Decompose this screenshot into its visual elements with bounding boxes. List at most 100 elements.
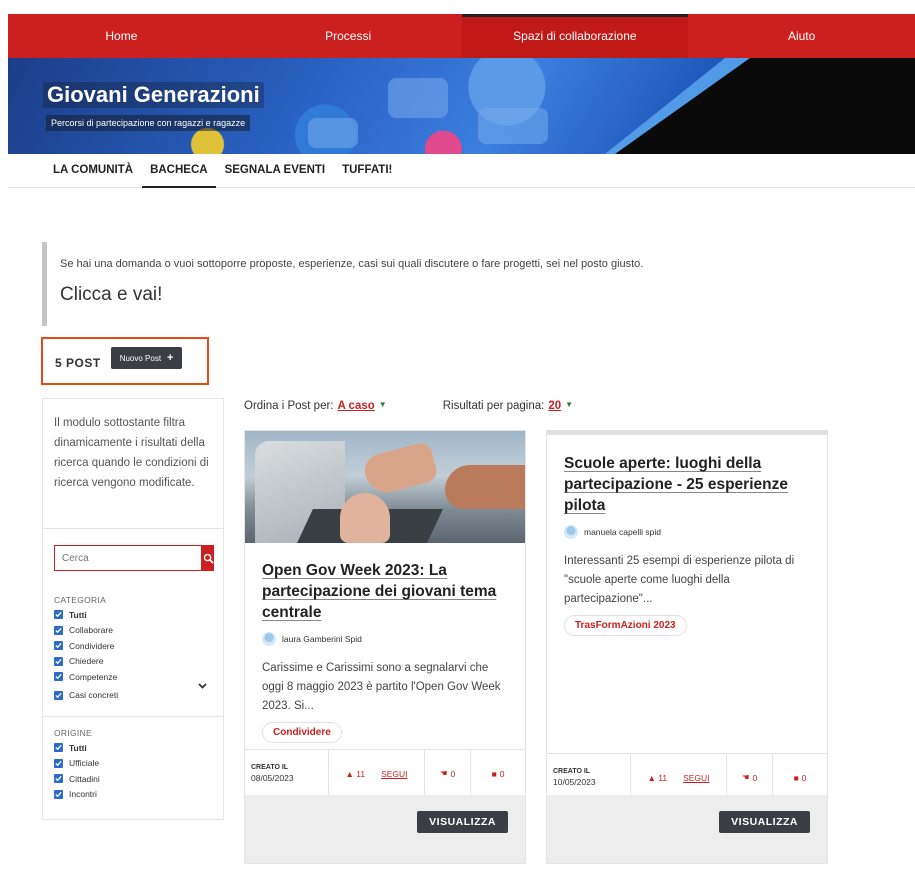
tab-label: BACHECA — [150, 164, 208, 176]
followers-number: 11 — [356, 768, 366, 779]
post-author[interactable]: laura Gamberini Spid — [262, 632, 508, 646]
likes-button[interactable]: ☚ 0 — [425, 750, 471, 797]
top-navigation: Home Processi Spazi di collaborazione Ai… — [8, 14, 915, 58]
category-filter-group: CATEGORIA Tutti Collaborare Condividere … — [54, 595, 214, 703]
origin-option-tutti[interactable]: Tutti — [54, 740, 214, 756]
search-button[interactable] — [202, 545, 214, 571]
puzzle-piece-decoration — [388, 78, 448, 118]
comment-icon: ■ — [793, 772, 799, 783]
nav-processi-label: Processi — [325, 29, 372, 43]
followers-number: 11 — [658, 772, 668, 783]
post-title-link[interactable]: Open Gov Week 2023: La partecipazione de… — [262, 560, 508, 623]
tab-label: LA COMUNITÀ — [53, 164, 134, 176]
caret-down-icon[interactable]: ▼ — [565, 400, 573, 412]
followers-count: ▲ 11 — [647, 773, 667, 783]
sort-order-select[interactable]: A caso — [337, 400, 374, 412]
puzzle-piece-decoration — [478, 108, 548, 144]
hand-shape — [361, 440, 439, 498]
card-footer: VISUALIZZA — [245, 795, 525, 863]
post-card: Open Gov Week 2023: La partecipazione de… — [244, 430, 526, 864]
option-label: Competenze — [69, 671, 118, 682]
likes-button[interactable]: ☚ 0 — [727, 754, 773, 801]
option-label: Incontri — [69, 789, 97, 800]
category-tag[interactable]: Condividere — [262, 722, 342, 743]
checkbox-checked-icon[interactable] — [54, 690, 63, 700]
origin-option-ufficiale[interactable]: Ufficiale — [54, 756, 214, 772]
per-page-label: Risultati per pagina: — [442, 400, 545, 412]
origin-option-cittadini[interactable]: Cittadini — [54, 771, 214, 787]
post-count-highlight: 5 POST Nuovo Post + — [41, 337, 209, 385]
category-option-casi-concreti[interactable]: Casi concreti — [54, 688, 214, 704]
view-post-button[interactable]: VISUALIZZA — [417, 811, 508, 833]
chevron-down-icon[interactable] — [198, 676, 207, 694]
checkbox-checked-icon[interactable] — [54, 758, 63, 768]
sort-order-label: Ordina i Post per: — [244, 400, 334, 412]
follow-cell: ▲ 11 SEGUI — [631, 754, 727, 801]
created-date-cell: CREATO IL 08/05/2023 — [245, 750, 329, 797]
intro-lead-text: Se hai una domanda o vuoi sottoporre pro… — [60, 258, 644, 270]
follower-arrow-icon: ▲ — [647, 772, 656, 783]
tab-segnala-eventi[interactable]: SEGNALA EVENTI — [225, 154, 326, 188]
category-option-collaborare[interactable]: Collaborare — [54, 623, 214, 639]
view-post-button[interactable]: VISUALIZZA — [719, 811, 810, 833]
tab-label: SEGNALA EVENTI — [224, 164, 326, 176]
tab-bacheca[interactable]: BACHECA — [142, 154, 215, 188]
checkbox-checked-icon[interactable] — [54, 672, 63, 682]
plus-icon: + — [167, 352, 174, 364]
option-label: Condividere — [69, 640, 115, 651]
checkbox-checked-icon[interactable] — [54, 610, 63, 620]
thumbs-up-icon: ☚ — [439, 768, 448, 778]
category-option-condividere[interactable]: Condividere — [54, 638, 214, 654]
post-meta-bar: CREATO IL 08/05/2023 ▲ 11 SEGUI ☚ 0 ■ 0 — [245, 749, 525, 797]
post-cover-image[interactable] — [245, 431, 525, 543]
community-tabs: LA COMUNITÀ BACHECA SEGNALA EVENTI TUFFA… — [8, 154, 915, 188]
checkbox-checked-icon[interactable] — [54, 789, 63, 799]
nav-spazi-label: Spazi di collaborazione — [513, 29, 637, 43]
checkbox-checked-icon[interactable] — [54, 743, 63, 753]
community-title: Giovani Generazioni — [43, 82, 264, 108]
intro-cta-text: Clicca e vai! — [60, 284, 163, 305]
nav-home[interactable]: Home — [8, 14, 235, 58]
nav-spazi-collaborazione[interactable]: Spazi di collaborazione — [461, 14, 689, 58]
caret-down-icon[interactable]: ▼ — [379, 400, 387, 412]
comments-button[interactable]: ■ 0 — [471, 750, 525, 797]
created-date-cell: CREATO IL 10/05/2023 — [547, 754, 631, 801]
post-excerpt: Interessanti 25 esempi di esperienze pil… — [564, 555, 795, 605]
follow-button[interactable]: SEGUI — [381, 769, 407, 779]
card-footer: VISUALIZZA — [547, 795, 827, 863]
follow-button[interactable]: SEGUI — [683, 773, 709, 783]
avatar — [564, 525, 578, 539]
checkbox-checked-icon[interactable] — [54, 774, 63, 784]
nav-aiuto[interactable]: Aiuto — [688, 14, 915, 58]
community-subtitle: Percorsi di partecipazione con ragazzi e… — [46, 115, 251, 131]
origin-filter-group: ORIGINE Tutti Ufficiale Cittadini Incont… — [54, 728, 214, 802]
category-option-chiedere[interactable]: Chiedere — [54, 654, 214, 670]
category-tag[interactable]: TrasFormAzioni 2023 — [564, 615, 687, 636]
community-banner: Giovani Generazioni Percorsi di partecip… — [8, 58, 915, 154]
new-post-button[interactable]: Nuovo Post + — [110, 347, 183, 369]
filter-divider — [43, 716, 223, 717]
search-input[interactable] — [54, 545, 202, 571]
tab-tuffati[interactable]: TUFFATI! — [342, 154, 392, 188]
comments-button[interactable]: ■ 0 — [773, 754, 827, 801]
option-label: Cittadini — [69, 773, 100, 784]
tab-la-comunita[interactable]: LA COMUNITÀ — [53, 154, 133, 188]
category-option-tutti[interactable]: Tutti — [54, 607, 214, 623]
post-author[interactable]: manuela capelli spid — [564, 525, 810, 539]
post-title-link[interactable]: Scuole aperte: luoghi della partecipazio… — [564, 453, 810, 516]
intro-blockquote: Se hai una domanda o vuoi sottoporre pro… — [42, 242, 902, 326]
checkbox-checked-icon[interactable] — [54, 625, 63, 635]
likes-count: 0 — [450, 768, 456, 779]
checkbox-checked-icon[interactable] — [54, 641, 63, 651]
puzzle-piece-decoration — [308, 118, 358, 148]
origin-option-incontri[interactable]: Incontri — [54, 787, 214, 803]
per-page-select[interactable]: 20 — [548, 400, 561, 412]
author-name: laura Gamberini Spid — [282, 634, 362, 644]
category-option-competenze[interactable]: Competenze — [54, 669, 214, 685]
sort-bar: Ordina i Post per: A caso ▼ Risultati pe… — [244, 400, 573, 412]
checkbox-checked-icon[interactable] — [54, 656, 63, 666]
follow-cell: ▲ 11 SEGUI — [329, 750, 425, 797]
filter-sidebar: Il modulo sottostante filtra dinamicamen… — [42, 398, 224, 820]
post-meta-bar: CREATO IL 10/05/2023 ▲ 11 SEGUI ☚ 0 ■ 0 — [547, 753, 827, 801]
nav-processi[interactable]: Processi — [235, 14, 462, 58]
